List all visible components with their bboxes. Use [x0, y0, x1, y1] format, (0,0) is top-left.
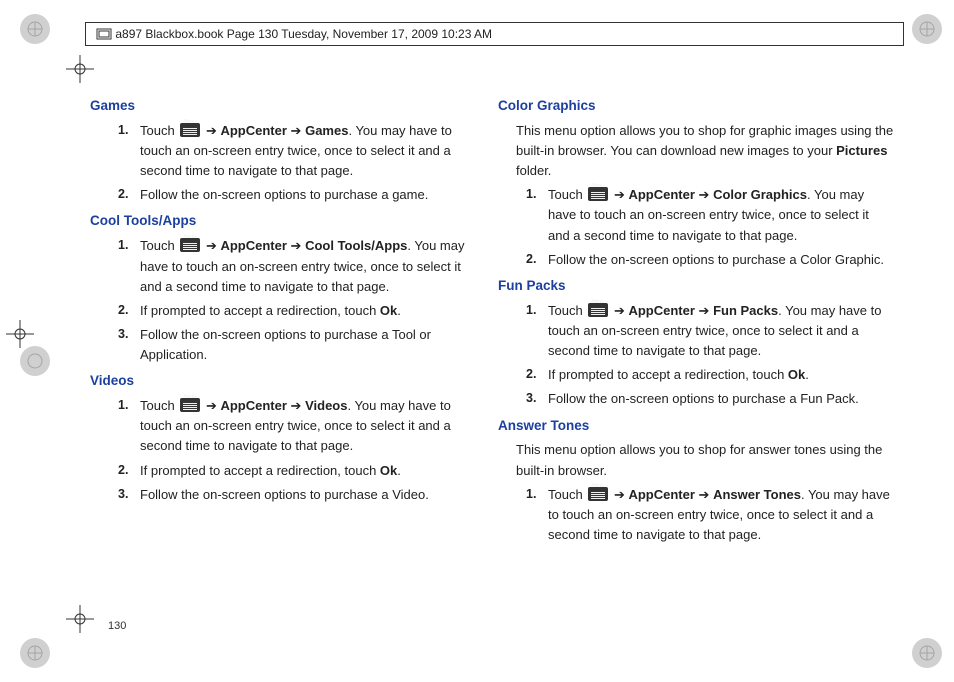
- heading-colorgraphics: Color Graphics: [498, 96, 894, 117]
- step-text: Touch ➔ AppCenter ➔ Color Graphics. You …: [548, 185, 894, 245]
- intro-text: This menu option allows you to shop for …: [516, 440, 894, 480]
- page-content: Games 1. Touch ➔ AppCenter ➔ Games. You …: [108, 90, 894, 612]
- reg-circle-icon: [20, 346, 50, 376]
- step-text: If prompted to accept a redirection, tou…: [548, 365, 894, 385]
- crop-mark-icon: [66, 605, 94, 633]
- list-item: 2. Follow the on-screen options to purch…: [526, 250, 894, 270]
- list-item: 3. Follow the on-screen options to purch…: [526, 389, 894, 409]
- right-column: Color Graphics This menu option allows y…: [516, 90, 894, 612]
- menu-icon: [588, 187, 608, 201]
- step-text: If prompted to accept a redirection, tou…: [140, 461, 486, 481]
- heading-cooltools: Cool Tools/Apps: [90, 211, 486, 232]
- left-column: Games 1. Touch ➔ AppCenter ➔ Games. You …: [108, 90, 486, 612]
- reg-circle-icon: [912, 14, 942, 44]
- step-text: Follow the on-screen options to purchase…: [140, 325, 486, 365]
- menu-icon: [180, 123, 200, 137]
- list-item: 2. If prompted to accept a redirection, …: [118, 301, 486, 321]
- step-number: 1.: [526, 485, 548, 545]
- list-item: 1. Touch ➔ AppCenter ➔ Videos. You may h…: [118, 396, 486, 456]
- step-text: Follow the on-screen options to purchase…: [548, 250, 894, 270]
- heading-games: Games: [90, 96, 486, 117]
- list-item: 1. Touch ➔ AppCenter ➔ Games. You may ha…: [118, 121, 486, 181]
- heading-funpacks: Fun Packs: [498, 276, 894, 297]
- list-item: 3. Follow the on-screen options to purch…: [118, 485, 486, 505]
- step-number: 1.: [118, 121, 140, 181]
- list-item: 1. Touch ➔ AppCenter ➔ Color Graphics. Y…: [526, 185, 894, 245]
- step-text: Touch ➔ AppCenter ➔ Fun Packs. You may h…: [548, 301, 894, 361]
- step-text: Follow the on-screen options to purchase…: [548, 389, 894, 409]
- list-item: 3. Follow the on-screen options to purch…: [118, 325, 486, 365]
- step-number: 2.: [118, 185, 140, 205]
- step-number: 1.: [526, 301, 548, 361]
- menu-icon: [180, 398, 200, 412]
- step-text: Touch ➔ AppCenter ➔ Answer Tones. You ma…: [548, 485, 894, 545]
- step-number: 2.: [118, 461, 140, 481]
- step-text: Touch ➔ AppCenter ➔ Games. You may have …: [140, 121, 486, 181]
- header-text: a897 Blackbox.book Page 130 Tuesday, Nov…: [115, 27, 492, 41]
- reg-circle-icon: [20, 14, 50, 44]
- list-item: 2. If prompted to accept a redirection, …: [118, 461, 486, 481]
- crop-mark-icon: [6, 320, 34, 348]
- step-number: 2.: [118, 301, 140, 321]
- menu-icon: [588, 487, 608, 501]
- step-number: 1.: [118, 396, 140, 456]
- intro-text: This menu option allows you to shop for …: [516, 121, 894, 181]
- menu-icon: [180, 238, 200, 252]
- step-number: 2.: [526, 365, 548, 385]
- step-number: 3.: [526, 389, 548, 409]
- step-text: Touch ➔ AppCenter ➔ Videos. You may have…: [140, 396, 486, 456]
- step-number: 1.: [526, 185, 548, 245]
- reg-circle-icon: [912, 638, 942, 668]
- step-number: 2.: [526, 250, 548, 270]
- list-item: 1. Touch ➔ AppCenter ➔ Cool Tools/Apps. …: [118, 236, 486, 296]
- crop-mark-icon: [66, 55, 94, 83]
- page-number: 130: [108, 620, 126, 632]
- step-text: Touch ➔ AppCenter ➔ Cool Tools/Apps. You…: [140, 236, 486, 296]
- list-item: 2. Follow the on-screen options to purch…: [118, 185, 486, 205]
- menu-icon: [588, 303, 608, 317]
- step-number: 3.: [118, 485, 140, 505]
- list-item: 1. Touch ➔ AppCenter ➔ Answer Tones. You…: [526, 485, 894, 545]
- heading-videos: Videos: [90, 371, 486, 392]
- step-text: If prompted to accept a redirection, tou…: [140, 301, 486, 321]
- page-header-meta: a897 Blackbox.book Page 130 Tuesday, Nov…: [85, 22, 904, 46]
- step-text: Follow the on-screen options to purchase…: [140, 185, 486, 205]
- step-number: 3.: [118, 325, 140, 365]
- heading-answertones: Answer Tones: [498, 416, 894, 437]
- step-number: 1.: [118, 236, 140, 296]
- list-item: 1. Touch ➔ AppCenter ➔ Fun Packs. You ma…: [526, 301, 894, 361]
- step-text: Follow the on-screen options to purchase…: [140, 485, 486, 505]
- list-item: 2. If prompted to accept a redirection, …: [526, 365, 894, 385]
- reg-circle-icon: [20, 638, 50, 668]
